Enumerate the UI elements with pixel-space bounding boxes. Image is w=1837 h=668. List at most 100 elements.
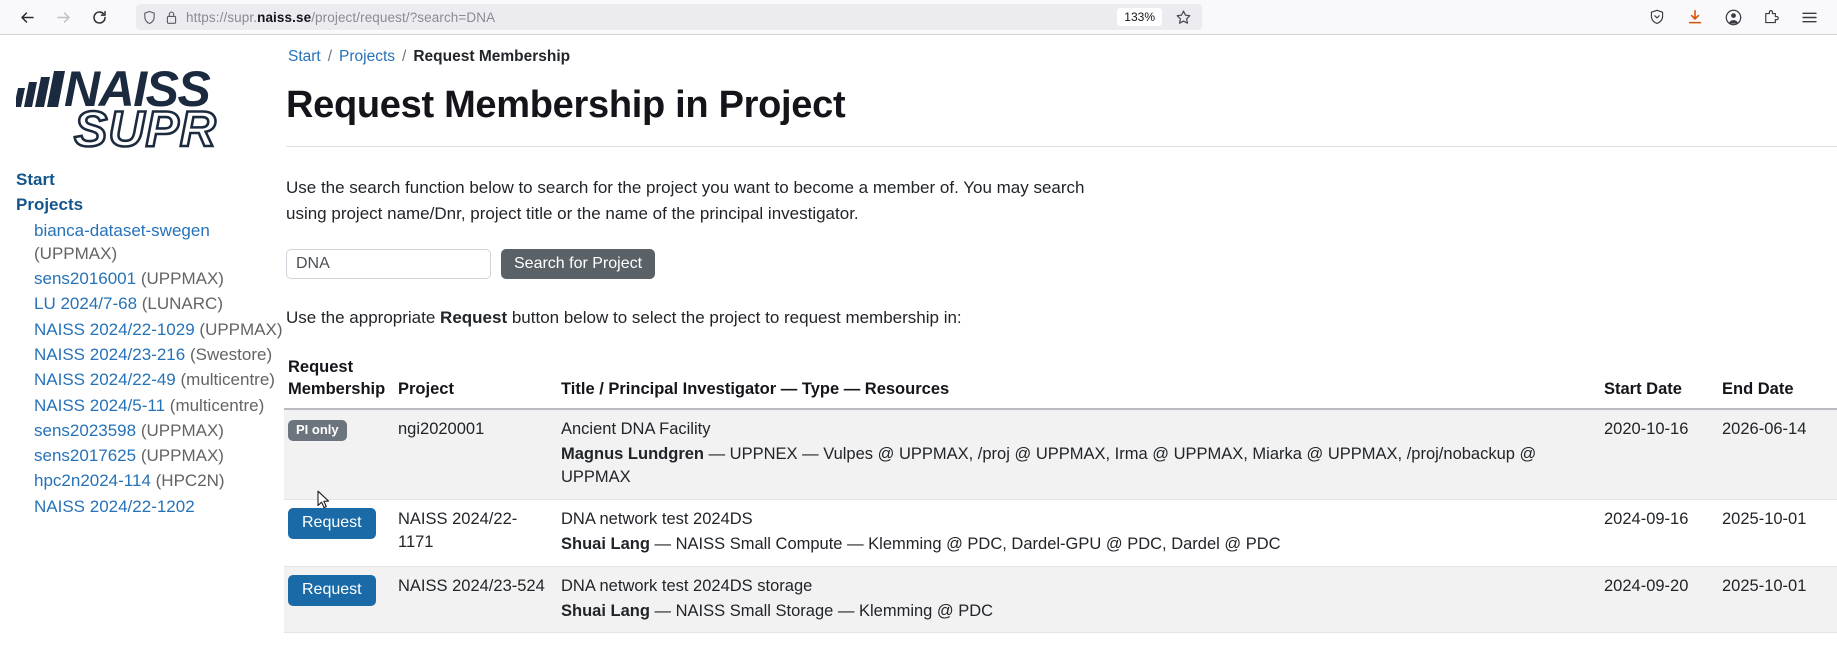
shield-icon[interactable] xyxy=(142,10,157,25)
projects-table: Request Membership Project Title / Princ… xyxy=(284,353,1837,633)
sidebar-project-item[interactable]: NAISS 2024/23-216 (Swestore) xyxy=(0,342,284,367)
account-circle-icon[interactable] xyxy=(1721,5,1745,29)
sidebar-project-centre: (Swestore) xyxy=(190,345,272,364)
cell-start-date: 2024-09-16 xyxy=(1600,499,1718,566)
browser-toolbar: https://supr.naiss.se/project/request/?s… xyxy=(0,0,1837,35)
instruction-bold: Request xyxy=(440,308,507,327)
sidebar-project-centre: (HPC2N) xyxy=(156,471,225,490)
sidebar-project-link[interactable]: NAISS 2024/22-1202 xyxy=(34,497,195,516)
project-title: Ancient DNA Facility xyxy=(561,418,1594,441)
cell-action: Request xyxy=(284,566,394,633)
table-head: Request Membership Project Title / Princ… xyxy=(284,353,1837,409)
sidebar-project-centre: (multicentre) xyxy=(181,370,275,389)
sidebar-item-start[interactable]: Start xyxy=(0,167,284,192)
forward-arrow-icon xyxy=(55,9,72,26)
cell-title: Ancient DNA Facility Magnus Lundgren — U… xyxy=(557,409,1600,500)
search-input[interactable] xyxy=(286,249,491,279)
sidebar-project-link[interactable]: NAISS 2024/22-49 xyxy=(34,370,176,389)
sidebar: NAISS SUPR Start Projects bianca-dataset… xyxy=(0,35,284,668)
padlock-icon[interactable] xyxy=(165,10,178,25)
breadcrumb: Start / Projects / Request Membership xyxy=(284,35,1837,66)
sidebar-project-centre: (UPPMAX) xyxy=(199,320,282,339)
col-header-project: Project xyxy=(394,353,557,409)
header-request-line2: Membership xyxy=(288,380,385,398)
sidebar-project-centre: (multicentre) xyxy=(170,396,264,415)
col-header-start-date: Start Date xyxy=(1600,353,1718,409)
sidebar-project-centre: (UPPMAX) xyxy=(141,269,224,288)
sidebar-project-link[interactable]: NAISS 2024/5-11 xyxy=(34,396,165,415)
sidebar-project-item[interactable]: NAISS 2024/22-1202 xyxy=(0,494,284,519)
sidebar-project-link[interactable]: LU 2024/7-68 xyxy=(34,294,137,313)
zoom-level-badge[interactable]: 133% xyxy=(1117,8,1162,26)
cell-action: Request xyxy=(284,499,394,566)
sidebar-project-link[interactable]: sens2023598 xyxy=(34,421,136,440)
cell-start-date: 2020-10-16 xyxy=(1600,409,1718,500)
reload-button[interactable] xyxy=(82,3,116,31)
hamburger-menu-icon[interactable] xyxy=(1797,5,1821,29)
table-header-row: Request Membership Project Title / Princ… xyxy=(284,353,1837,409)
sidebar-project-item[interactable]: sens2023598 (UPPMAX) xyxy=(0,418,284,443)
cell-end-date: 2025-10-01 xyxy=(1718,566,1837,633)
sidebar-project-item[interactable]: NAISS 2024/5-11 (multicentre) xyxy=(0,393,284,418)
sidebar-project-link[interactable]: NAISS 2024/23-216 xyxy=(34,345,185,364)
sidebar-project-item[interactable]: sens2016001 (UPPMAX) xyxy=(0,266,284,291)
project-title: DNA network test 2024DS xyxy=(561,508,1594,531)
forward-button[interactable] xyxy=(46,3,80,31)
title-divider xyxy=(286,146,1837,147)
bookmark-star-icon[interactable] xyxy=(1170,5,1196,29)
tracking-protection-icon[interactable] xyxy=(1645,5,1669,29)
cell-project: NAISS 2024/22-1171 xyxy=(394,499,557,566)
instruction-paragraph: Use the appropriate Request button below… xyxy=(286,305,1116,331)
sidebar-project-link[interactable]: sens2017625 xyxy=(34,446,136,465)
sidebar-project-centre: (UPPMAX) xyxy=(141,421,224,440)
extensions-icon[interactable] xyxy=(1759,5,1783,29)
sidebar-project-item[interactable]: hpc2n2024-114 (HPC2N) xyxy=(0,468,284,493)
sidebar-project-link[interactable]: NAISS 2024/22-1029 xyxy=(34,320,195,339)
principal-investigator: Shuai Lang xyxy=(561,535,650,553)
header-request-line1: Request xyxy=(288,358,353,376)
instruction-pre: Use the appropriate xyxy=(286,308,440,327)
sidebar-project-item[interactable]: NAISS 2024/22-49 (multicentre) xyxy=(0,367,284,392)
breadcrumb-start[interactable]: Start xyxy=(288,48,321,66)
sidebar-project-item[interactable]: sens2017625 (UPPMAX) xyxy=(0,443,284,468)
sidebar-project-link[interactable]: bianca-dataset-swegen xyxy=(34,221,210,240)
project-details: Shuai Lang — NAISS Small Compute — Klemm… xyxy=(561,533,1594,556)
col-header-end-date: End Date xyxy=(1718,353,1837,409)
table-row: Request NAISS 2024/23-524 DNA network te… xyxy=(284,566,1837,633)
cell-end-date: 2026-06-14 xyxy=(1718,409,1837,500)
sidebar-project-item[interactable]: bianca-dataset-swegen (UPPMAX) xyxy=(0,218,284,267)
request-button[interactable]: Request xyxy=(288,508,376,539)
naiss-supr-logo[interactable]: NAISS SUPR xyxy=(0,53,284,149)
request-button[interactable]: Request xyxy=(288,575,376,606)
reload-icon xyxy=(91,9,108,26)
cell-action: PI only xyxy=(284,409,394,500)
project-details: Magnus Lundgren — UPPNEX — Vulpes @ UPPM… xyxy=(561,443,1594,490)
sidebar-nav: Start Projects bianca-dataset-swegen (UP… xyxy=(0,167,284,519)
download-icon[interactable] xyxy=(1683,5,1707,29)
table-row: PI only ngi2020001 Ancient DNA Facility … xyxy=(284,409,1837,500)
table-body: PI only ngi2020001 Ancient DNA Facility … xyxy=(284,409,1837,633)
search-for-project-button[interactable]: Search for Project xyxy=(501,249,655,279)
sidebar-project-item[interactable]: LU 2024/7-68 (LUNARC) xyxy=(0,291,284,316)
address-bar[interactable]: https://supr.naiss.se/project/request/?s… xyxy=(136,4,1202,30)
cell-start-date: 2024-09-20 xyxy=(1600,566,1718,633)
col-header-request-membership: Request Membership xyxy=(284,353,394,409)
sidebar-project-link[interactable]: sens2016001 xyxy=(34,269,136,288)
sidebar-link-start[interactable]: Start xyxy=(16,170,55,189)
sidebar-item-projects[interactable]: Projects xyxy=(0,192,284,217)
sidebar-project-centre: (UPPMAX) xyxy=(34,244,117,263)
logo-graphic: NAISS SUPR xyxy=(16,53,268,149)
project-type-resources: — NAISS Small Compute — Klemming @ PDC, … xyxy=(650,535,1281,553)
project-type-resources: — UPPNEX — Vulpes @ UPPMAX, /proj @ UPPM… xyxy=(561,445,1536,486)
sidebar-project-item[interactable]: NAISS 2024/22-1029 (UPPMAX) xyxy=(0,317,284,342)
back-button[interactable] xyxy=(10,3,44,31)
intro-paragraph: Use the search function below to search … xyxy=(286,175,1116,227)
breadcrumb-separator: / xyxy=(402,48,406,66)
breadcrumb-projects[interactable]: Projects xyxy=(339,48,395,66)
project-type-resources: — NAISS Small Storage — Klemming @ PDC xyxy=(650,602,993,620)
principal-investigator: Shuai Lang xyxy=(561,602,650,620)
sidebar-project-link[interactable]: hpc2n2024-114 xyxy=(34,471,151,490)
cell-end-date: 2025-10-01 xyxy=(1718,499,1837,566)
sidebar-link-projects[interactable]: Projects xyxy=(16,195,83,214)
instruction-post: button below to select the project to re… xyxy=(507,308,962,327)
